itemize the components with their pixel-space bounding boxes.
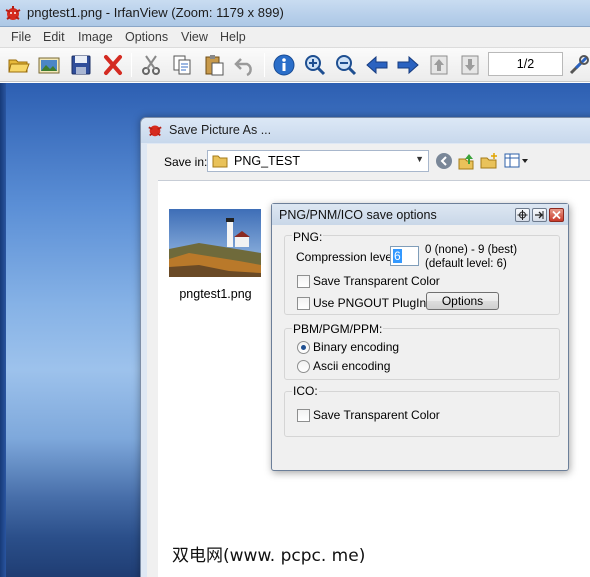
close-icon[interactable] (549, 208, 564, 222)
copy-icon[interactable] (169, 52, 195, 78)
png-save-transparent-checkbox[interactable] (297, 275, 310, 288)
pnm-group-label: PBM/PGM/PPM: (292, 322, 384, 336)
thumbnails-icon[interactable] (36, 52, 62, 78)
ascii-encoding-radio[interactable] (297, 360, 310, 373)
menu-edit[interactable]: Edit (43, 30, 65, 44)
save-in-dropdown[interactable]: PNG_TEST ▼ (207, 150, 429, 172)
compression-level-input[interactable]: 6 (390, 246, 419, 266)
watermark-text: 双电网(www. pcpc. me) (172, 546, 366, 566)
compression-level-label: Compression level: (296, 250, 399, 264)
png-options-title: PNG/PNM/ICO save options (279, 208, 437, 222)
png-options-title-bar[interactable]: PNG/PNM/ICO save options (272, 204, 568, 225)
menu-help[interactable]: Help (220, 30, 246, 44)
up-folder-icon[interactable] (457, 152, 475, 170)
save-in-label: Save in: (164, 155, 208, 169)
new-folder-icon[interactable] (480, 152, 498, 170)
chevron-down-icon: ▼ (415, 154, 424, 164)
png-save-transparent-label[interactable]: Save Transparent Color (313, 274, 440, 288)
paste-icon[interactable] (201, 52, 227, 78)
window-title: pngtest1.png - IrfanView (Zoom: 1179 x 8… (27, 5, 284, 20)
png-options-dialog: PNG/PNM/ICO save options PNG: PBM/PGM/PP… (271, 203, 569, 471)
use-pngout-checkbox[interactable] (297, 297, 310, 310)
file-name-label[interactable]: pngtest1.png (158, 287, 273, 301)
menu-view[interactable]: View (181, 30, 208, 44)
next-arrow-icon[interactable] (395, 52, 421, 78)
zoom-out-icon[interactable] (333, 52, 359, 78)
ascii-encoding-label[interactable]: Ascii encoding (313, 359, 390, 373)
pin-icon[interactable] (532, 208, 547, 222)
tools-icon[interactable] (566, 52, 590, 78)
binary-encoding-label[interactable]: Binary encoding (313, 340, 399, 354)
png-group-label: PNG: (292, 230, 324, 244)
compression-level-value: 6 (393, 249, 402, 263)
compression-hint-default: (default level: 6) (425, 258, 507, 270)
next-page-icon[interactable] (457, 52, 483, 78)
save-as-title-bar[interactable]: Save Picture As ... (141, 118, 590, 143)
zoom-in-icon[interactable] (302, 52, 328, 78)
previous-page-icon[interactable] (426, 52, 452, 78)
save-as-title: Save Picture As ... (169, 123, 272, 137)
ico-save-transparent-checkbox[interactable] (297, 409, 310, 422)
irfanview-cat-icon (147, 122, 163, 138)
ico-save-transparent-label[interactable]: Save Transparent Color (313, 408, 440, 422)
compression-hint-range: 0 (none) - 9 (best) (425, 244, 518, 256)
back-icon[interactable] (435, 152, 453, 170)
save-in-value: PNG_TEST (234, 154, 300, 168)
irfanview-cat-icon[interactable] (4, 4, 22, 22)
menu-image[interactable]: Image (78, 30, 113, 44)
info-icon[interactable] (271, 52, 297, 78)
file-thumbnail[interactable] (169, 209, 261, 277)
open-folder-icon[interactable] (6, 52, 32, 78)
cut-icon[interactable] (138, 52, 164, 78)
window-title-bar: pngtest1.png - IrfanView (Zoom: 1179 x 8… (0, 0, 590, 27)
page-counter: 1/2 (488, 52, 563, 76)
undo-icon[interactable] (232, 52, 258, 78)
menu-file[interactable]: File (11, 30, 31, 44)
use-pngout-label[interactable]: Use PNGOUT PlugIn (313, 296, 426, 310)
delete-icon[interactable] (100, 52, 126, 78)
ico-group-label: ICO: (292, 384, 319, 398)
folder-icon (212, 154, 228, 168)
save-icon[interactable] (68, 52, 94, 78)
binary-encoding-radio[interactable] (297, 341, 310, 354)
pngout-options-button[interactable]: Options (426, 292, 499, 310)
move-icon[interactable] (515, 208, 530, 222)
view-menu-icon[interactable] (504, 152, 530, 170)
menu-options[interactable]: Options (125, 30, 168, 44)
menu-bar: File Edit Image Options View Help (0, 27, 590, 48)
previous-arrow-icon[interactable] (364, 52, 390, 78)
